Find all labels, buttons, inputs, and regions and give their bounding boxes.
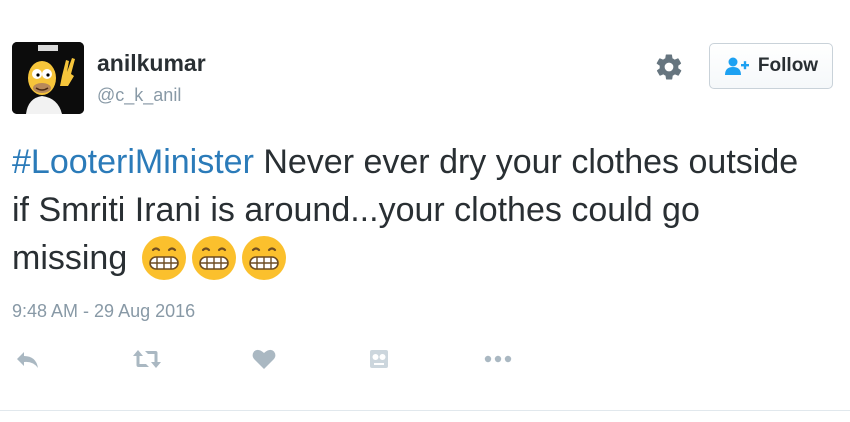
follow-button-label: Follow	[757, 55, 819, 76]
analytics-icon[interactable]	[369, 346, 389, 372]
user-handle[interactable]: @c_k_anil	[97, 86, 181, 104]
more-icon[interactable]	[483, 346, 513, 372]
user-display-name[interactable]: anilkumar	[97, 52, 206, 75]
follow-button[interactable]: Follow	[709, 43, 833, 89]
gear-icon[interactable]	[654, 52, 684, 82]
grimacing-face-icon	[191, 236, 236, 280]
tweet-card: anilkumar @c_k_anil Follow #LooteriMinis…	[0, 0, 850, 422]
grimacing-face-icon	[141, 236, 186, 280]
tweet-timestamp[interactable]: 9:48 AM - 29 Aug 2016	[12, 301, 195, 322]
bottom-divider	[0, 410, 850, 411]
heart-icon[interactable]	[251, 346, 277, 372]
retweet-icon[interactable]	[131, 346, 163, 372]
grimacing-face-icon	[241, 236, 286, 280]
avatar[interactable]	[12, 42, 84, 114]
reply-icon[interactable]	[14, 346, 40, 372]
hashtag-link[interactable]: #LooteriMinister	[12, 143, 254, 181]
add-user-icon	[724, 57, 749, 75]
tweet-text: #LooteriMinister Never ever dry your clo…	[12, 138, 812, 282]
avatar-image	[12, 42, 84, 114]
